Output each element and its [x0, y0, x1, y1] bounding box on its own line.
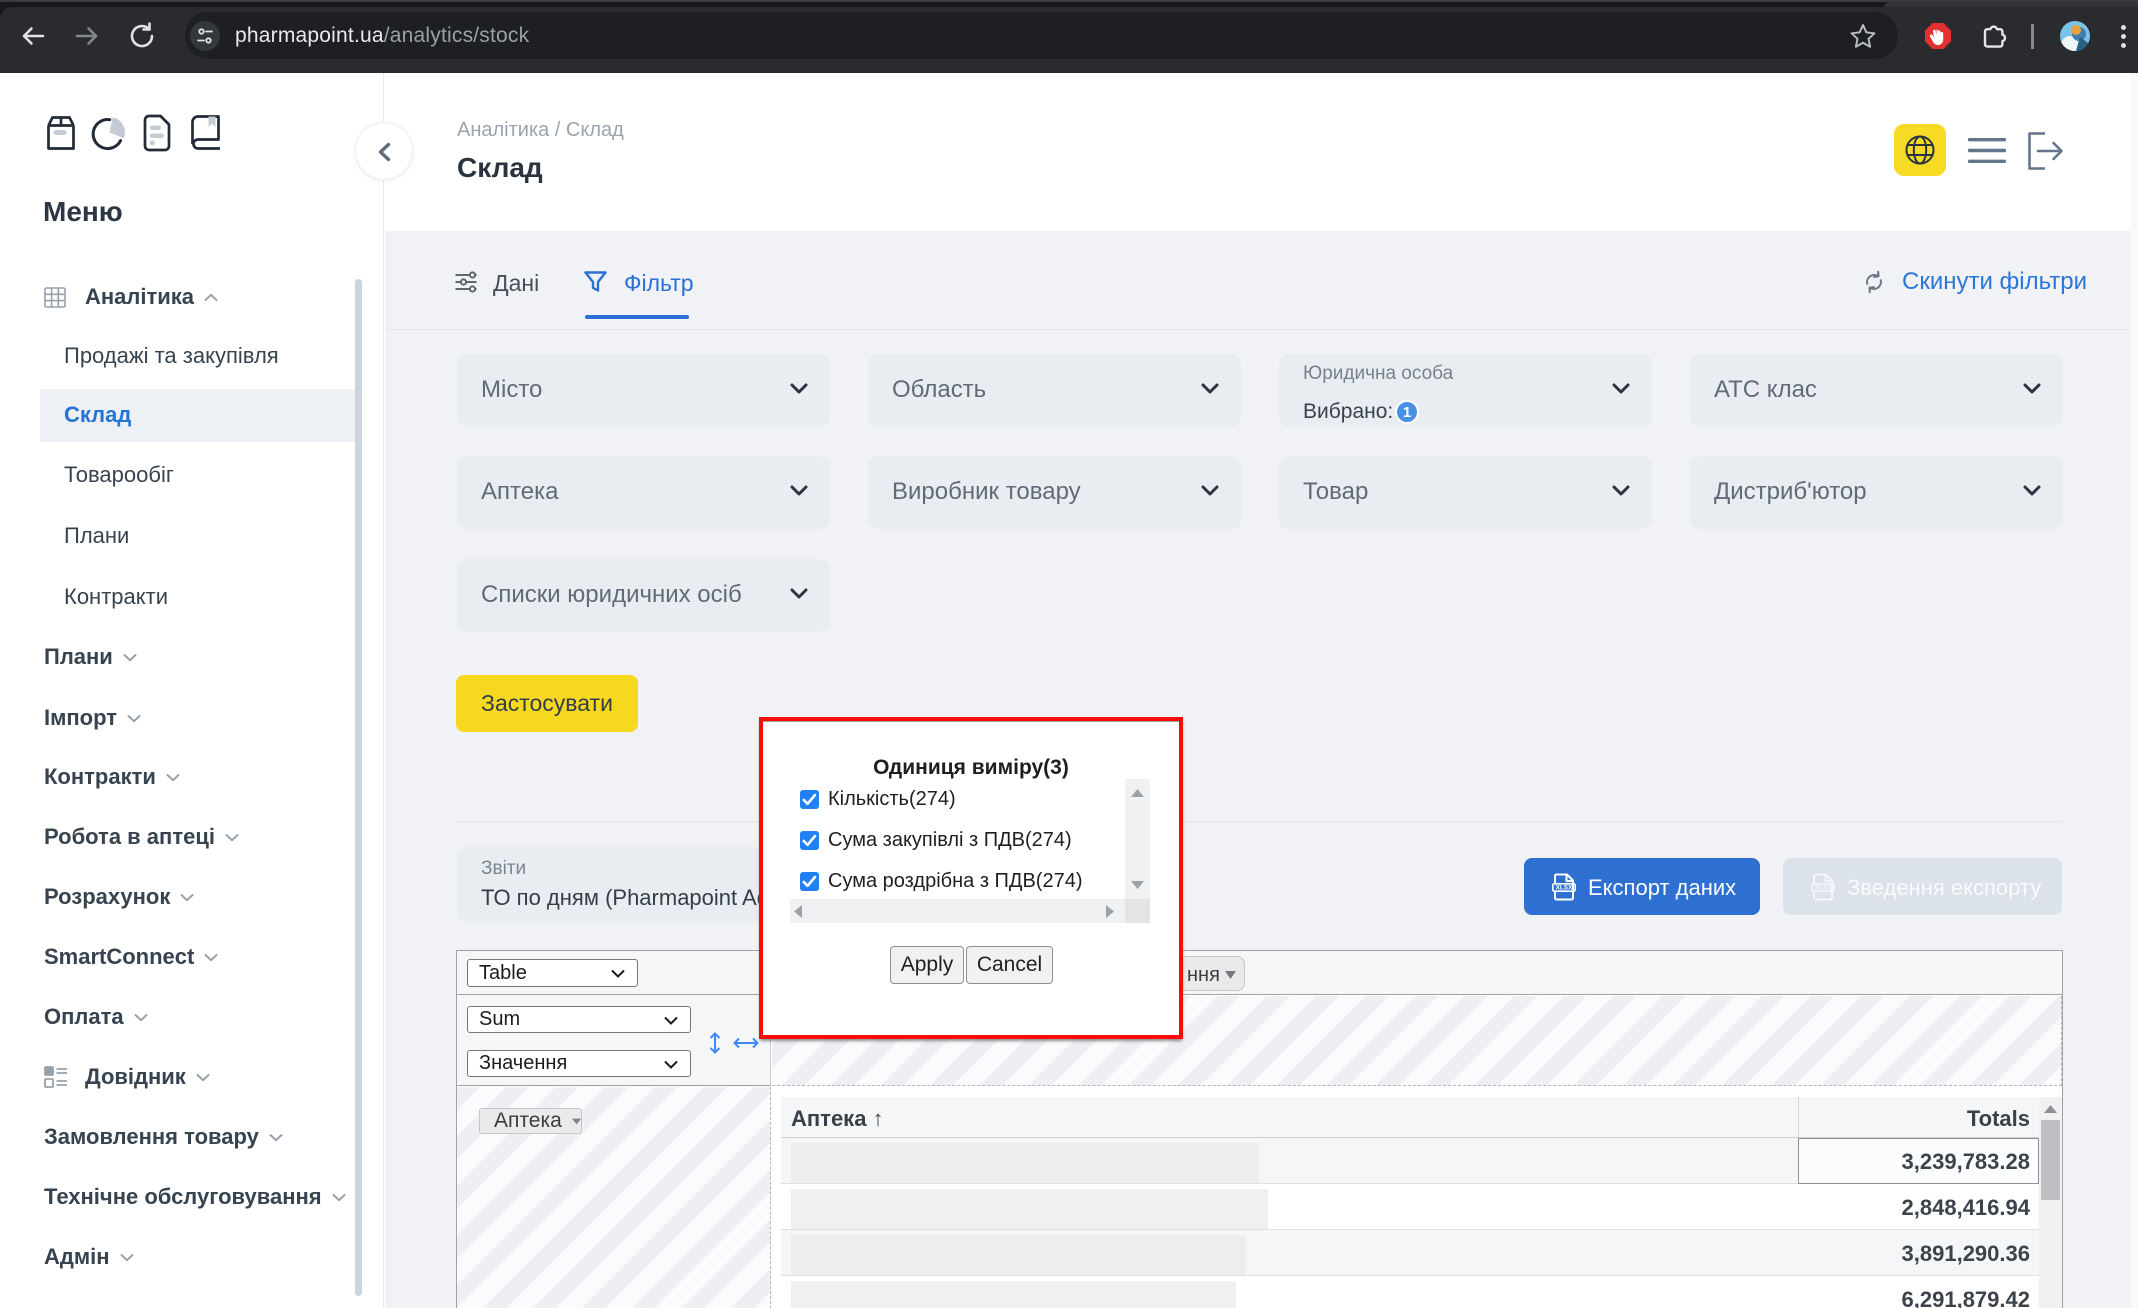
svg-text:XLSX: XLSX [1556, 885, 1573, 892]
svg-text:XLSX: XLSX [1815, 885, 1832, 892]
